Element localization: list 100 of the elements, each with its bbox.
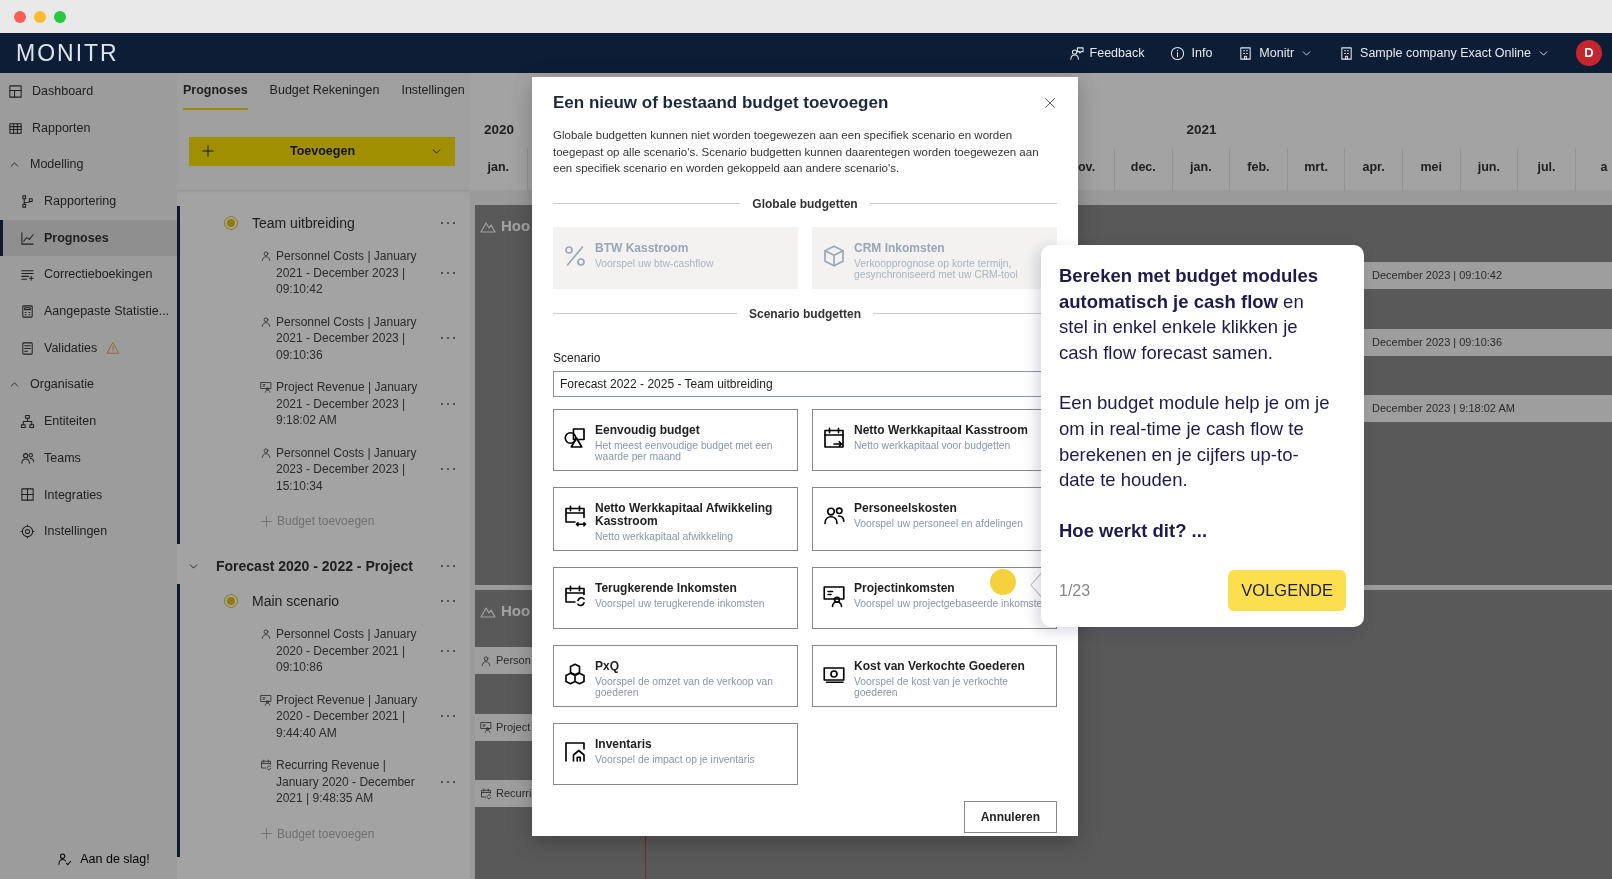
tab[interactable]: Prognoses bbox=[183, 81, 248, 110]
grid-icon bbox=[8, 83, 23, 99]
budget-type-card[interactable]: Kost van Verkochte Goederen Voorspel de kost van je verkochte goederen bbox=[812, 644, 1057, 707]
sidebar-section[interactable]: Modelling bbox=[0, 146, 177, 184]
budget-type-card[interactable]: Eenvoudig budget Het meest eenvoudige budget met een waarde per maand bbox=[553, 408, 798, 471]
gear-icon bbox=[20, 524, 35, 540]
budget-type-card[interactable]: Terugkerende Inkomsten Voorspel uw terugkerende inkomsten bbox=[553, 566, 798, 629]
card-title: Personeelskosten bbox=[854, 501, 957, 515]
scenario-name[interactable]: Team uitbreiding bbox=[252, 212, 355, 234]
scenario-name[interactable]: Main scenario bbox=[252, 590, 340, 612]
budget-type-card[interactable]: Netto Werkkapitaal Afwikkeling Kasstroom Netto werkkapitaal afwikkeling bbox=[553, 486, 798, 551]
card-description: Voorspel uw btw-cashflow bbox=[595, 257, 714, 269]
section-heading: Scenario budgetten bbox=[749, 305, 861, 323]
nav-link[interactable]: Feedback bbox=[1068, 43, 1145, 63]
more-icon[interactable] bbox=[440, 599, 456, 603]
card-description: Voorspel de impact op je inventaris bbox=[595, 753, 755, 765]
more-icon[interactable] bbox=[440, 564, 456, 568]
tab[interactable]: Instellingen bbox=[401, 81, 465, 110]
calendar-sync-icon bbox=[563, 583, 587, 608]
presentation-icon bbox=[260, 381, 272, 393]
branch-icon bbox=[20, 193, 35, 209]
more-icon[interactable] bbox=[440, 648, 456, 653]
add-button[interactable]: Toevoegen bbox=[189, 136, 455, 166]
budget-name[interactable]: Personnel Costs | January 2021 - December 2023 | 09:10:36 bbox=[276, 313, 420, 363]
window-control-icon[interactable] bbox=[14, 10, 26, 23]
tooltip-question: Hoe werkt dit? ... bbox=[1059, 518, 1209, 543]
calculator-icon bbox=[20, 303, 35, 319]
budget-name[interactable]: Personnel Costs | January 2021 - December 2023 | 09:10:42 bbox=[276, 248, 420, 298]
cancel-button[interactable]: Annuleren bbox=[963, 800, 1057, 833]
budget-name[interactable]: Recurring Revenue | January 2020 - December 2021 | 9:48:35 AM bbox=[276, 757, 420, 807]
card-title: Projectinkomsten bbox=[854, 581, 955, 595]
calendar-sync-icon bbox=[260, 759, 272, 771]
more-icon[interactable] bbox=[440, 714, 456, 719]
beacon-dot[interactable] bbox=[990, 569, 1016, 595]
year-label: 2020 bbox=[483, 121, 516, 139]
sidebar-item[interactable]: Rapportering bbox=[0, 183, 177, 220]
sidebar-section[interactable]: Organisatie bbox=[0, 366, 177, 404]
window-control-icon[interactable] bbox=[54, 10, 66, 23]
sidebar-item[interactable]: Integraties bbox=[0, 476, 177, 514]
avatar[interactable]: D bbox=[1576, 40, 1602, 66]
person-icon bbox=[480, 654, 492, 667]
dropdown-button[interactable]: Monitr bbox=[1238, 43, 1314, 63]
timeline-bar[interactable]: December 2023 | 09:10:42 bbox=[1364, 262, 1612, 289]
sidebar-item[interactable]: Correctieboekingen bbox=[0, 256, 177, 294]
more-icon[interactable] bbox=[440, 221, 456, 225]
sidebar-item[interactable]: Teams bbox=[0, 439, 177, 477]
table-icon bbox=[8, 120, 23, 136]
get-started-link[interactable]: Aan de slag! bbox=[57, 850, 150, 869]
sidebar-item[interactable]: Dashboard bbox=[0, 73, 177, 110]
section-heading: Globale budgetten bbox=[752, 195, 858, 213]
tab[interactable]: Budget Rekeningen bbox=[269, 81, 380, 110]
clipboard-icon bbox=[20, 340, 35, 356]
budget-type-card[interactable]: Inventaris Voorspel de impact op je inventaris bbox=[553, 722, 798, 785]
card-description: Voorspel de omzet van de verkoop van goederen bbox=[595, 675, 775, 698]
percent-icon bbox=[563, 243, 587, 268]
nav-link[interactable]: Info bbox=[1170, 43, 1213, 63]
card-description: Voorspel uw terugkerende inkomsten bbox=[595, 597, 765, 609]
card-title: Netto Werkkapitaal Afwikkeling Kasstroom bbox=[595, 501, 774, 528]
dialog-title: Een nieuw of bestaand budget toevoegen bbox=[553, 93, 889, 114]
house-icon bbox=[563, 739, 587, 764]
presentation-icon bbox=[480, 721, 492, 733]
card-description: Voorspel de kost van je verkochte goederen bbox=[854, 675, 1009, 698]
more-icon[interactable] bbox=[440, 270, 456, 275]
budget-name[interactable]: Project Revenue | January 2021 - December 2023 | 9:18:02 AM bbox=[276, 379, 420, 429]
plus-icon bbox=[201, 144, 215, 159]
step-counter: 1/23 bbox=[1059, 580, 1091, 601]
sidebar-item[interactable]: Aangepaste Statistie... bbox=[0, 293, 177, 330]
sidebar-item[interactable]: Validaties bbox=[0, 329, 177, 367]
card-title: Inventaris bbox=[595, 737, 652, 751]
more-icon[interactable] bbox=[440, 336, 456, 341]
field-label: Scenario bbox=[553, 349, 602, 367]
more-icon[interactable] bbox=[440, 401, 456, 406]
hierarchy-icon bbox=[20, 414, 35, 430]
timeline-bar[interactable]: December 2023 | 09:10:36 bbox=[1364, 328, 1612, 356]
budget-type-card[interactable]: PxQ Voorspel de omzet van de verkoop van goederen bbox=[553, 644, 798, 707]
budget-name[interactable]: Personnel Costs | January 2023 - December 2023 | 15:10:34 bbox=[276, 444, 420, 494]
close-icon[interactable] bbox=[1043, 96, 1057, 111]
card-title: Kost van Verkochte Goederen bbox=[854, 659, 1025, 673]
budget-name[interactable]: Project Revenue | January 2020 - December 2021 | 9:44:40 AM bbox=[276, 691, 420, 741]
dropdown-button[interactable]: Sample company Exact Online bbox=[1339, 43, 1550, 63]
more-icon[interactable] bbox=[440, 779, 456, 784]
boxes-icon bbox=[563, 661, 587, 686]
sidebar-item[interactable]: Prognoses bbox=[0, 219, 177, 257]
sidebar-item[interactable]: Entiteiten bbox=[0, 403, 177, 440]
info-icon bbox=[1170, 45, 1186, 61]
timeline-bar[interactable]: December 2023 | 9:18:02 AM bbox=[1364, 395, 1612, 422]
sidebar-item[interactable]: Rapporten bbox=[0, 109, 177, 147]
card-title: PxQ bbox=[595, 659, 619, 673]
more-icon[interactable] bbox=[440, 467, 456, 472]
card-title: Terugkerende Inkomsten bbox=[595, 581, 737, 595]
card-description: Het meest eenvoudige budget met een waarde per maand bbox=[595, 439, 774, 462]
list-icon bbox=[20, 267, 35, 283]
group-label: Hoo bbox=[501, 216, 531, 236]
presentation-icon bbox=[260, 693, 272, 706]
sidebar-item[interactable]: Instellingen bbox=[0, 513, 177, 550]
logo[interactable]: MONITR bbox=[16, 35, 119, 71]
forecast-title: Forecast 2020 - 2022 - Project bbox=[216, 556, 413, 576]
card-description: Netto werkkapitaal voor budgetten bbox=[854, 439, 1012, 451]
next-button[interactable]: VOLGENDE bbox=[1228, 570, 1346, 611]
budget-name[interactable]: Personnel Costs | January 2020 - December 2021 | 09:10:86 bbox=[276, 626, 420, 676]
